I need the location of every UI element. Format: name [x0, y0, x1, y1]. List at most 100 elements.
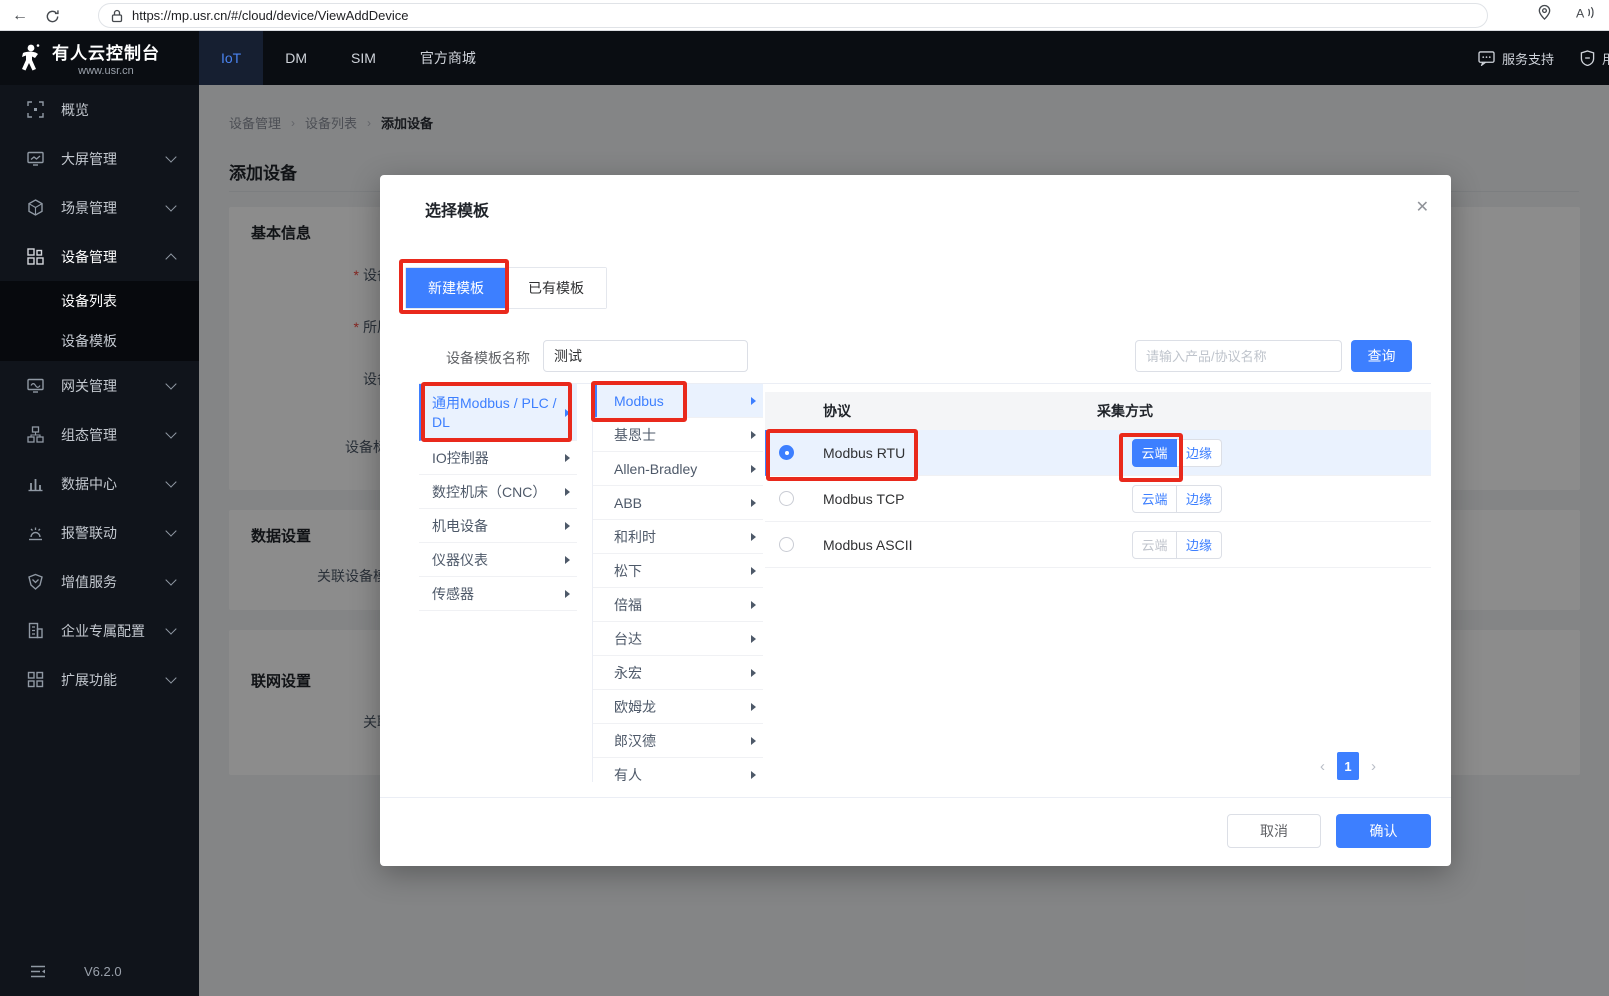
sidebar-item-device-list[interactable]: 设备列表 [0, 281, 199, 321]
alarm-icon [27, 524, 44, 541]
arrow-right-icon [751, 601, 756, 609]
radio-icon[interactable] [779, 491, 794, 506]
search-input[interactable] [1135, 340, 1342, 372]
category-item-io-controller[interactable]: IO控制器 [419, 441, 577, 475]
pagination: ‹ 1 › [1320, 752, 1376, 780]
brand-item-hollysys[interactable]: 和利时 [593, 520, 763, 554]
arrow-right-icon [751, 431, 756, 439]
cloud-button[interactable]: 云端 [1132, 485, 1177, 513]
brand-item-panasonic[interactable]: 松下 [593, 554, 763, 588]
template-tabs: 新建模板 已有模板 [405, 267, 607, 309]
sidebar-item-value-added[interactable]: 增值服务 [0, 557, 199, 606]
brand-item-beckhoff[interactable]: 倍福 [593, 588, 763, 622]
svg-text:A: A [1576, 6, 1585, 20]
edge-button[interactable]: 边缘 [1177, 485, 1222, 513]
nav-tab-mall[interactable]: 官方商城 [398, 31, 498, 85]
brand-item-keyence[interactable]: 基恩士 [593, 418, 763, 452]
url-bar[interactable]: https://mp.usr.cn/#/cloud/device/ViewAdd… [98, 3, 1488, 28]
read-aloud-icon[interactable]: A [1576, 5, 1595, 21]
sidebar-item-scada-mgmt[interactable]: 组态管理 [0, 410, 199, 459]
arrow-right-icon [751, 635, 756, 643]
sidebar-item-gateway-mgmt[interactable]: 网关管理 [0, 361, 199, 410]
browser-refresh-icon[interactable] [40, 4, 64, 28]
brand-item-abb[interactable]: ABB [593, 486, 763, 520]
radio-icon[interactable] [779, 537, 794, 552]
brand-item-langhande[interactable]: 郎汉德 [593, 724, 763, 758]
datacenter-icon [27, 475, 44, 492]
sidebar: 概览 大屏管理 场景管理 设备管理 设备列表 设备模板 网关管理 组态 [0, 85, 199, 996]
sidebar-item-data-center[interactable]: 数据中心 [0, 459, 199, 508]
brand-item-modbus[interactable]: Modbus [593, 384, 763, 418]
page-number[interactable]: 1 [1337, 752, 1359, 780]
browser-back-icon[interactable]: ← [8, 4, 32, 28]
brand-item-fatek[interactable]: 永宏 [593, 656, 763, 690]
user-menu[interactable]: 用 [1580, 49, 1609, 68]
category-item-electromechanical[interactable]: 机电设备 [419, 509, 577, 543]
sidebar-item-enterprise[interactable]: 企业专属配置 [0, 606, 199, 655]
edge-button[interactable]: 边缘 [1177, 439, 1222, 467]
brand-item-omron[interactable]: 欧姆龙 [593, 690, 763, 724]
confirm-button[interactable]: 确认 [1336, 814, 1431, 848]
arrow-right-icon [751, 499, 756, 507]
arrow-right-icon [751, 669, 756, 677]
brand-item-usr[interactable]: 有人 [593, 758, 763, 782]
sidebar-item-extensions[interactable]: 扩展功能 [0, 655, 199, 704]
template-name-input[interactable] [543, 340, 748, 372]
scada-icon [27, 426, 44, 443]
arrow-right-icon [565, 409, 570, 417]
tab-existing-template[interactable]: 已有模板 [506, 268, 606, 308]
screen: ← https://mp.usr.cn/#/cloud/device/ViewA… [0, 0, 1609, 996]
url-text: https://mp.usr.cn/#/cloud/device/ViewAdd… [132, 8, 409, 23]
sidebar-item-screen-mgmt[interactable]: 大屏管理 [0, 134, 199, 183]
category-item-generic-modbus[interactable]: 通用Modbus / PLC / DL [419, 384, 577, 441]
protocol-table-header: 协议 采集方式 [765, 392, 1431, 430]
lock-icon [111, 9, 123, 23]
arrow-right-icon [565, 556, 570, 564]
sidebar-item-label: 组态管理 [61, 425, 117, 445]
nav-tab-dm[interactable]: DM [263, 31, 329, 85]
sidebar-item-overview[interactable]: 概览 [0, 85, 199, 134]
brand-label: 和利时 [614, 527, 656, 547]
cloud-button[interactable]: 云端 [1132, 439, 1177, 467]
service-support[interactable]: 服务支持 [1478, 49, 1554, 68]
protocol-name: Modbus RTU [823, 445, 905, 461]
nav-tab-iot[interactable]: IoT [199, 31, 263, 85]
sidebar-item-alarm[interactable]: 报警联动 [0, 508, 199, 557]
value-added-icon [27, 573, 44, 590]
radio-selected-icon[interactable] [779, 445, 794, 460]
close-icon[interactable]: ✕ [1416, 197, 1429, 217]
category-item-instruments[interactable]: 仪器仪表 [419, 543, 577, 577]
cancel-button[interactable]: 取消 [1227, 814, 1321, 848]
shield-icon [1580, 50, 1595, 66]
sidebar-item-device-mgmt[interactable]: 设备管理 [0, 232, 199, 281]
brand-label: 郎汉德 [614, 731, 656, 751]
tab-new-template[interactable]: 新建模板 [406, 268, 506, 308]
brand-label: 台达 [614, 629, 642, 649]
sidebar-item-label: 大屏管理 [61, 149, 117, 169]
category-item-cnc[interactable]: 数控机床（CNC） [419, 475, 577, 509]
category-label: 机电设备 [432, 516, 488, 536]
sidebar-item-scene-mgmt[interactable]: 场景管理 [0, 183, 199, 232]
sidebar-item-label: 增值服务 [61, 572, 117, 592]
edge-button[interactable]: 边缘 [1177, 531, 1222, 559]
logo[interactable]: 有人云控制台 www.usr.cn [0, 31, 199, 85]
brand-item-delta[interactable]: 台达 [593, 622, 763, 656]
collapse-sidebar-icon[interactable] [30, 965, 46, 978]
prev-page-icon[interactable]: ‹ [1320, 758, 1325, 775]
category-item-sensors[interactable]: 传感器 [419, 577, 577, 611]
protocol-row-modbus-tcp[interactable]: Modbus TCP 云端 边缘 [765, 476, 1431, 522]
chevron-down-icon [165, 672, 176, 683]
category-panel: 通用Modbus / PLC / DL IO控制器 数控机床（CNC） 机电设备… [419, 384, 577, 611]
search-button[interactable]: 查询 [1351, 340, 1412, 372]
nav-tab-sim[interactable]: SIM [329, 31, 398, 85]
protocol-row-modbus-ascii[interactable]: Modbus ASCII 云端 边缘 [765, 522, 1431, 568]
sidebar-item-device-template[interactable]: 设备模板 [0, 321, 199, 361]
protocol-row-modbus-rtu[interactable]: Modbus RTU 云端 边缘 [765, 430, 1431, 476]
next-page-icon[interactable]: › [1371, 758, 1376, 775]
category-label: 数控机床（CNC） [432, 482, 546, 502]
brand-item-allen-bradley[interactable]: Allen-Bradley [593, 452, 763, 486]
location-icon[interactable] [1537, 4, 1552, 21]
cloud-button[interactable]: 云端 [1132, 531, 1177, 559]
protocol-table: 协议 采集方式 Modbus RTU 云端 边缘 Modbus TCP 云端 边… [765, 384, 1431, 568]
brand-label: 永宏 [614, 663, 642, 683]
